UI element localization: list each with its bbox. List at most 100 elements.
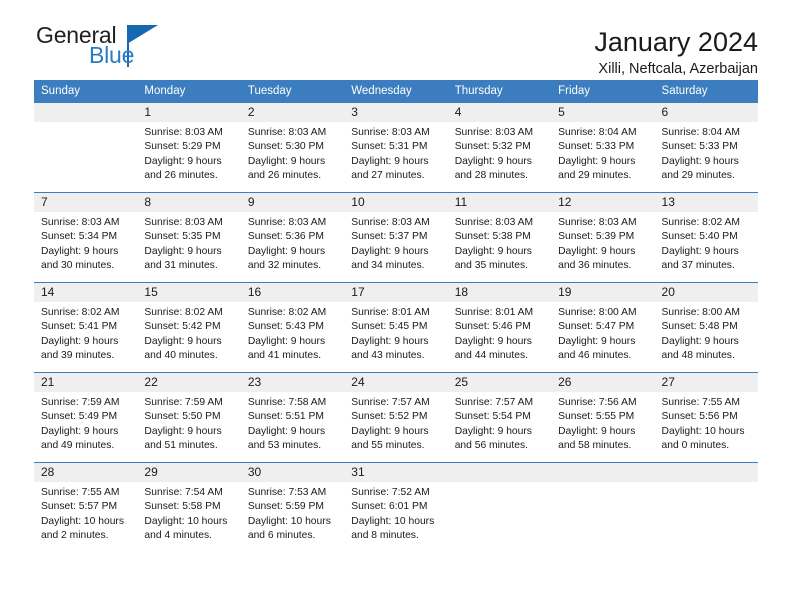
daylight-duration-cont: and 39 minutes. [41,350,115,362]
sunrise-time: Sunrise: 8:02 AM [41,307,120,318]
sunrise-time: Sunrise: 8:01 AM [454,307,534,318]
daylight-duration: Daylight: 9 hours [144,245,222,257]
sunrise-time: Sunrise: 8:03 AM [144,217,223,228]
day-number: 24 [344,373,448,392]
calendar-day-cell[interactable]: 17 Sunrise: 8:01 AM Sunset: 5:45 PM Dayligh… [344,282,448,373]
day-details: Sunrise: 8:01 AM Sunset: 5:46 PM Daylight:… [448,302,551,364]
sunset-time: Sunset: 5:42 PM [144,321,221,333]
calendar-day-cell[interactable]: 18 Sunrise: 8:01 AM Sunset: 5:46 PM Dayligh… [447,282,552,373]
day-details: Sunrise: 8:03 AM Sunset: 5:30 PM Daylight:… [241,122,344,184]
daylight-duration-cont: and 56 minutes. [454,440,528,452]
sunset-time: Sunset: 6:01 PM [351,501,428,513]
daylight-duration-cont: and 6 minutes. [247,530,316,542]
day-number [654,463,758,482]
calendar-day-cell[interactable]: 13 Sunrise: 8:02 AM Sunset: 5:40 PM Dayligh… [654,192,758,283]
calendar-day-cell[interactable]: 26 Sunrise: 7:56 AM Sunset: 5:55 PM Dayligh… [551,372,655,463]
day-number: 14 [34,283,138,302]
calendar-day-cell[interactable]: 2 Sunrise: 8:03 AM Sunset: 5:30 PM Daylight… [240,102,345,193]
calendar-day-cell[interactable]: 8 Sunrise: 8:03 AM Sunset: 5:35 PM Daylight… [137,192,241,283]
weekday-header-friday: Friday [551,80,655,103]
calendar-day-cell[interactable]: 25 Sunrise: 7:57 AM Sunset: 5:54 PM Dayligh… [447,372,552,463]
sunset-time: Sunset: 5:30 PM [247,141,324,153]
sunset-time: Sunset: 5:50 PM [144,411,221,423]
sunrise-time: Sunrise: 8:02 AM [247,307,327,318]
sunset-time: Sunset: 5:55 PM [558,411,635,423]
day-number: 10 [344,193,448,212]
sunrise-time: Sunrise: 8:03 AM [351,217,430,228]
day-number: 28 [34,463,138,482]
day-details: Sunrise: 8:02 AM Sunset: 5:43 PM Daylight:… [241,302,344,364]
weekday-header-saturday: Saturday [654,80,758,103]
calendar-day-cell[interactable]: 14 Sunrise: 8:02 AM Sunset: 5:41 PM Dayligh… [34,282,138,373]
calendar-day-cell[interactable]: 21 Sunrise: 7:59 AM Sunset: 5:49 PM Dayligh… [34,372,138,463]
daylight-duration-cont: and 34 minutes. [351,260,425,272]
calendar-day-cell[interactable]: 6 Sunrise: 8:04 AM Sunset: 5:33 PM Daylight… [654,102,758,193]
sunset-time: Sunset: 5:58 PM [144,501,221,513]
calendar-day-cell[interactable]: 20 Sunrise: 8:00 AM Sunset: 5:48 PM Dayligh… [654,282,758,373]
daylight-duration: Daylight: 9 hours [144,335,222,347]
calendar-day-cell[interactable]: 3 Sunrise: 8:03 AM Sunset: 5:31 PM Daylight… [344,102,448,193]
sunrise-time: Sunrise: 7:54 AM [144,487,223,498]
weekday-header-thursday: Thursday [447,80,552,103]
sunset-time: Sunset: 5:52 PM [351,411,428,423]
daylight-duration-cont: and 31 minutes. [144,260,218,272]
day-number: 13 [654,193,758,212]
page-header: General Blue January 2024 Xilli, Neftcal… [34,0,758,78]
daylight-duration: Daylight: 9 hours [351,155,429,167]
day-number: 21 [34,373,138,392]
day-number: 8 [137,193,241,212]
calendar-day-cell[interactable]: 31 Sunrise: 7:52 AM Sunset: 6:01 PM Dayligh… [344,462,448,553]
daylight-duration: Daylight: 9 hours [454,335,532,347]
calendar-day-cell[interactable]: 7 Sunrise: 8:03 AM Sunset: 5:34 PM Daylight… [34,192,138,283]
sunrise-time: Sunrise: 8:03 AM [247,127,327,138]
day-number: 19 [551,283,655,302]
sunset-time: Sunset: 5:39 PM [558,231,635,243]
calendar-day-cell[interactable]: 10 Sunrise: 8:03 AM Sunset: 5:37 PM Dayligh… [344,192,448,283]
calendar-day-cell[interactable]: 28 Sunrise: 7:55 AM Sunset: 5:57 PM Dayligh… [34,462,138,553]
daylight-duration-cont: and 27 minutes. [351,170,425,182]
daylight-duration-cont: and 51 minutes. [144,440,218,452]
calendar-day-cell[interactable]: 15 Sunrise: 8:02 AM Sunset: 5:42 PM Dayligh… [137,282,241,373]
daylight-duration-cont: and 43 minutes. [351,350,425,362]
calendar-day-cell-empty [654,462,758,553]
daylight-duration-cont: and 32 minutes. [247,260,322,272]
sunset-time: Sunset: 5:47 PM [558,321,635,333]
day-details: Sunrise: 7:59 AM Sunset: 5:49 PM Daylight:… [34,392,137,454]
calendar-day-cell[interactable]: 12 Sunrise: 8:03 AM Sunset: 5:39 PM Dayligh… [551,192,655,283]
day-details: Sunrise: 8:03 AM Sunset: 5:29 PM Daylight:… [137,122,240,184]
sunset-time: Sunset: 5:31 PM [351,141,428,153]
calendar-day-cell[interactable]: 4 Sunrise: 8:03 AM Sunset: 5:32 PM Daylight… [447,102,552,193]
calendar-day-cell[interactable]: 11 Sunrise: 8:03 AM Sunset: 5:38 PM Dayligh… [447,192,552,283]
day-number: 30 [240,463,345,482]
daylight-duration: Daylight: 9 hours [247,335,326,347]
day-number: 17 [344,283,448,302]
daylight-duration: Daylight: 9 hours [41,425,119,437]
calendar-day-cell[interactable]: 19 Sunrise: 8:00 AM Sunset: 5:47 PM Dayligh… [551,282,655,373]
daylight-duration: Daylight: 9 hours [661,155,739,167]
day-details [34,122,137,126]
calendar-day-cell[interactable]: 29 Sunrise: 7:54 AM Sunset: 5:58 PM Dayligh… [137,462,241,553]
title-block: January 2024 Xilli, Neftcala, Azerbaijan [594,24,758,80]
calendar-day-cell[interactable]: 24 Sunrise: 7:57 AM Sunset: 5:52 PM Dayligh… [344,372,448,463]
calendar-day-cell[interactable]: 22 Sunrise: 7:59 AM Sunset: 5:50 PM Dayligh… [137,372,241,463]
daylight-duration-cont: and 2 minutes. [41,530,109,542]
calendar-day-cell[interactable]: 27 Sunrise: 7:55 AM Sunset: 5:56 PM Dayligh… [654,372,758,463]
daylight-duration: Daylight: 9 hours [351,425,429,437]
daylight-duration: Daylight: 9 hours [351,335,429,347]
daylight-duration: Daylight: 10 hours [661,425,745,437]
day-details: Sunrise: 7:54 AM Sunset: 5:58 PM Daylight:… [137,482,240,544]
calendar-day-cell[interactable]: 1 Sunrise: 8:03 AM Sunset: 5:29 PM Daylight… [137,102,241,193]
calendar-day-cell[interactable]: 30 Sunrise: 7:53 AM Sunset: 5:59 PM Dayligh… [240,462,345,553]
daylight-duration: Daylight: 9 hours [558,245,636,257]
calendar-day-cell[interactable]: 23 Sunrise: 7:58 AM Sunset: 5:51 PM Dayligh… [240,372,345,463]
day-details: Sunrise: 8:04 AM Sunset: 5:33 PM Daylight:… [551,122,654,184]
general-blue-logo[interactable]: General Blue [34,24,164,74]
day-number: 20 [654,283,758,302]
day-details: Sunrise: 8:02 AM Sunset: 5:40 PM Daylight:… [655,212,758,274]
sunset-time: Sunset: 5:40 PM [661,231,738,243]
calendar-day-cell[interactable]: 9 Sunrise: 8:03 AM Sunset: 5:36 PM Daylight… [240,192,345,283]
calendar-day-cell[interactable]: 16 Sunrise: 8:02 AM Sunset: 5:43 PM Dayligh… [240,282,345,373]
calendar-day-cell[interactable]: 5 Sunrise: 8:04 AM Sunset: 5:33 PM Daylight… [551,102,655,193]
daylight-duration-cont: and 53 minutes. [247,440,322,452]
day-number: 4 [447,103,552,122]
